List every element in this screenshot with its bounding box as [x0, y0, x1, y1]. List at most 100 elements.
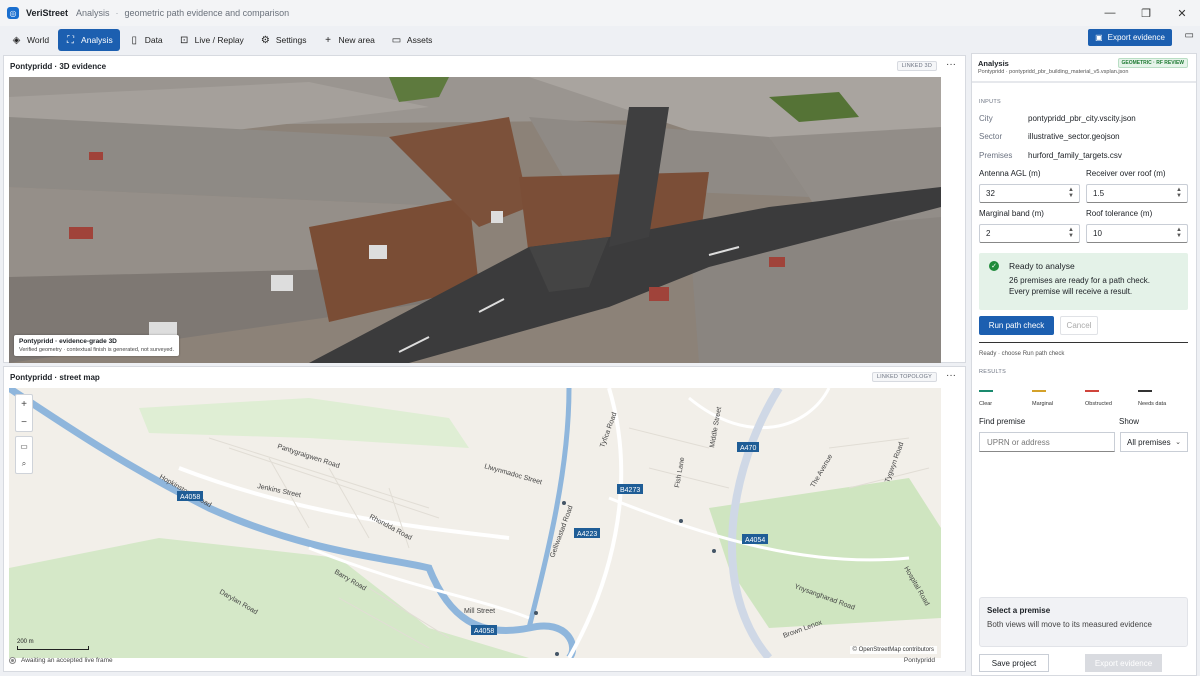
breadcrumb-separator: ·	[115, 8, 119, 18]
tab-live-replay[interactable]: ⊡ Live / Replay	[172, 29, 251, 51]
main-toolbar: ◈ World ⛶ Analysis ▯ Data ⊡ Live / Replay ⚙ S…	[0, 28, 1200, 52]
tab-analysis[interactable]: ⛶ Analysis	[58, 29, 120, 51]
tab-assets[interactable]: ▭ Assets	[384, 29, 440, 51]
map-render: Pantygraigwen Road Tyfica Road Middle St…	[9, 388, 941, 658]
legend-swatch	[1085, 390, 1099, 392]
antenna-agl-input[interactable]: 32 ▲ ▼	[979, 184, 1080, 203]
plus-icon: +	[325, 34, 331, 46]
show-filter-select[interactable]: All premises ⌄	[1120, 432, 1188, 452]
map-search-icon[interactable]: ⌕	[16, 455, 32, 473]
tab-new-area[interactable]: + New area	[316, 29, 382, 51]
stepper-icon[interactable]: ▲ ▼	[1176, 187, 1182, 199]
legend-label: Obstructed	[1085, 401, 1112, 407]
tab-label: Live / Replay	[194, 35, 244, 45]
frame-view-icon[interactable]: ▭	[16, 437, 32, 455]
tab-label: Data	[144, 35, 163, 45]
review-badge: GEOMETRIC · RF REVIEW	[1117, 58, 1188, 68]
map-pane-title: Pontypridd · street map	[10, 372, 100, 382]
cancel-button[interactable]: Cancel	[1060, 316, 1098, 335]
input-sector: Sector illustrative_sector.geojson	[979, 132, 1120, 141]
scene-overlay-card: Pontypridd · evidence-grade 3D Verified …	[14, 335, 180, 356]
receiver-over-roof-input[interactable]: 1.5 ▲ ▼	[1086, 184, 1188, 203]
stepper-icon[interactable]: ▲ ▼	[1176, 227, 1182, 239]
scale-bar	[17, 646, 89, 650]
ready-message: ✓ Ready to analyse 26 premises are ready…	[979, 253, 1188, 310]
tab-settings[interactable]: ⚙ Settings	[253, 29, 314, 51]
input-key: City	[979, 114, 993, 123]
find-premise-input[interactable]: UPRN or address	[979, 432, 1115, 452]
legend-clear: Clear	[979, 390, 993, 407]
stepper-icon[interactable]: ▲ ▼	[1068, 187, 1074, 199]
open-folder-icon[interactable]: ▭	[1185, 30, 1194, 41]
select-subtitle: Both views will move to its measured evi…	[987, 620, 1152, 629]
3d-viewport[interactable]: Pontypridd · evidence-grade 3D Verified …	[9, 77, 941, 363]
stepper-icon[interactable]: ▲ ▼	[1068, 227, 1074, 239]
zoom-out-button[interactable]: −	[16, 413, 32, 431]
linked-3d-chip: LINKED 3D	[896, 61, 937, 71]
marginal-band-input[interactable]: 2 ▲ ▼	[979, 224, 1080, 243]
map-tool-controls: ▭ ⌕	[15, 436, 33, 474]
legend-marginal: Marginal	[1032, 390, 1053, 407]
replay-icon: ⊡	[179, 34, 189, 46]
breadcrumb-section: Analysis	[76, 8, 110, 18]
antenna-label: Antenna AGL (m)	[979, 169, 1041, 178]
tab-label: Analysis	[81, 35, 113, 45]
svg-text:A470: A470	[740, 445, 756, 452]
tab-label: Settings	[275, 35, 307, 45]
select-title: Select a premise	[987, 606, 1051, 615]
input-value: illustrative_sector.geojson	[1028, 132, 1120, 141]
legend-swatch	[1032, 390, 1046, 392]
layers-icon: ◈	[12, 34, 21, 46]
legend-needs-data: Needs data	[1138, 390, 1166, 407]
roof-tolerance-input[interactable]: 10 ▲ ▼	[1086, 224, 1188, 243]
tab-label: World	[27, 35, 50, 45]
tab-world[interactable]: ◈ World	[4, 29, 56, 51]
svg-text:A4054: A4054	[745, 537, 765, 544]
svg-text:A4058: A4058	[180, 494, 200, 501]
tab-data[interactable]: ▯ Data	[122, 29, 170, 51]
title-bar: ◎ VeriStreet Analysis · geometric path e…	[0, 0, 1200, 26]
input-value: hurford_family_targets.csv	[1028, 151, 1122, 160]
analysis-subtitle: Pontypridd · pontypridd_pbr_building_mat…	[978, 69, 1129, 75]
close-button[interactable]: ✕	[1164, 0, 1200, 26]
svg-text:A4058: A4058	[474, 628, 494, 635]
export-label: Export evidence	[1107, 33, 1165, 42]
zoom-in-button[interactable]: +	[16, 395, 32, 413]
input-key: Sector	[979, 132, 1003, 141]
results-heading: RESULTS	[979, 369, 1007, 375]
scene-pane-title: Pontypridd · 3D evidence	[10, 61, 107, 71]
export-evidence-button[interactable]: ▣ Export evidence	[1088, 29, 1172, 46]
chevron-down-icon: ⌄	[1175, 439, 1181, 446]
linked-topology-chip: LINKED TOPOLOGY	[871, 372, 937, 382]
map-pane: Pontypridd · street map LINKED TOPOLOGY …	[3, 366, 966, 672]
save-project-button[interactable]: Save project	[979, 654, 1049, 672]
run-status: Ready · choose Run path check	[979, 351, 1065, 357]
progress-line	[979, 342, 1188, 343]
export-evidence-button-disabled[interactable]: Export evidence	[1085, 654, 1162, 672]
input-premises: Premises hurford_family_targets.csv	[979, 151, 1122, 160]
app-logo-icon: ◎	[7, 7, 19, 19]
svg-text:B4273: B4273	[620, 487, 640, 494]
map-scale: 200 m	[17, 639, 89, 650]
street-map[interactable]: Pantygraigwen Road Tyfica Road Middle St…	[9, 388, 941, 658]
maximize-button[interactable]: ❐	[1128, 0, 1164, 26]
tab-label: New area	[338, 35, 375, 45]
minimize-button[interactable]: —	[1092, 0, 1128, 26]
legend-label: Needs data	[1138, 401, 1167, 407]
roof-tolerance-label: Roof tolerance (m)	[1086, 209, 1153, 218]
legend-swatch	[979, 390, 993, 392]
ready-line-1: 26 premises are ready for a path check.	[1009, 276, 1150, 285]
svg-text:Mill Street: Mill Street	[464, 608, 495, 615]
map-pane-header: Pontypridd · street map LINKED TOPOLOGY …	[4, 367, 965, 387]
antenna-value: 32	[986, 189, 995, 198]
live-status-text: Awaiting an accepted live frame	[21, 656, 113, 664]
folder-icon: ▭	[391, 34, 402, 46]
more-options-icon[interactable]: ···	[946, 370, 956, 381]
legend-label: Clear	[979, 401, 993, 407]
select-premise-hint: Select a premise Both views will move to…	[979, 597, 1188, 647]
find-premise-label: Find premise	[979, 417, 1026, 426]
more-options-icon[interactable]: ···	[946, 59, 956, 70]
run-path-check-button[interactable]: Run path check	[979, 316, 1054, 335]
scale-label: 200 m	[17, 639, 34, 645]
inputs-heading: INPUTS	[979, 99, 1001, 105]
